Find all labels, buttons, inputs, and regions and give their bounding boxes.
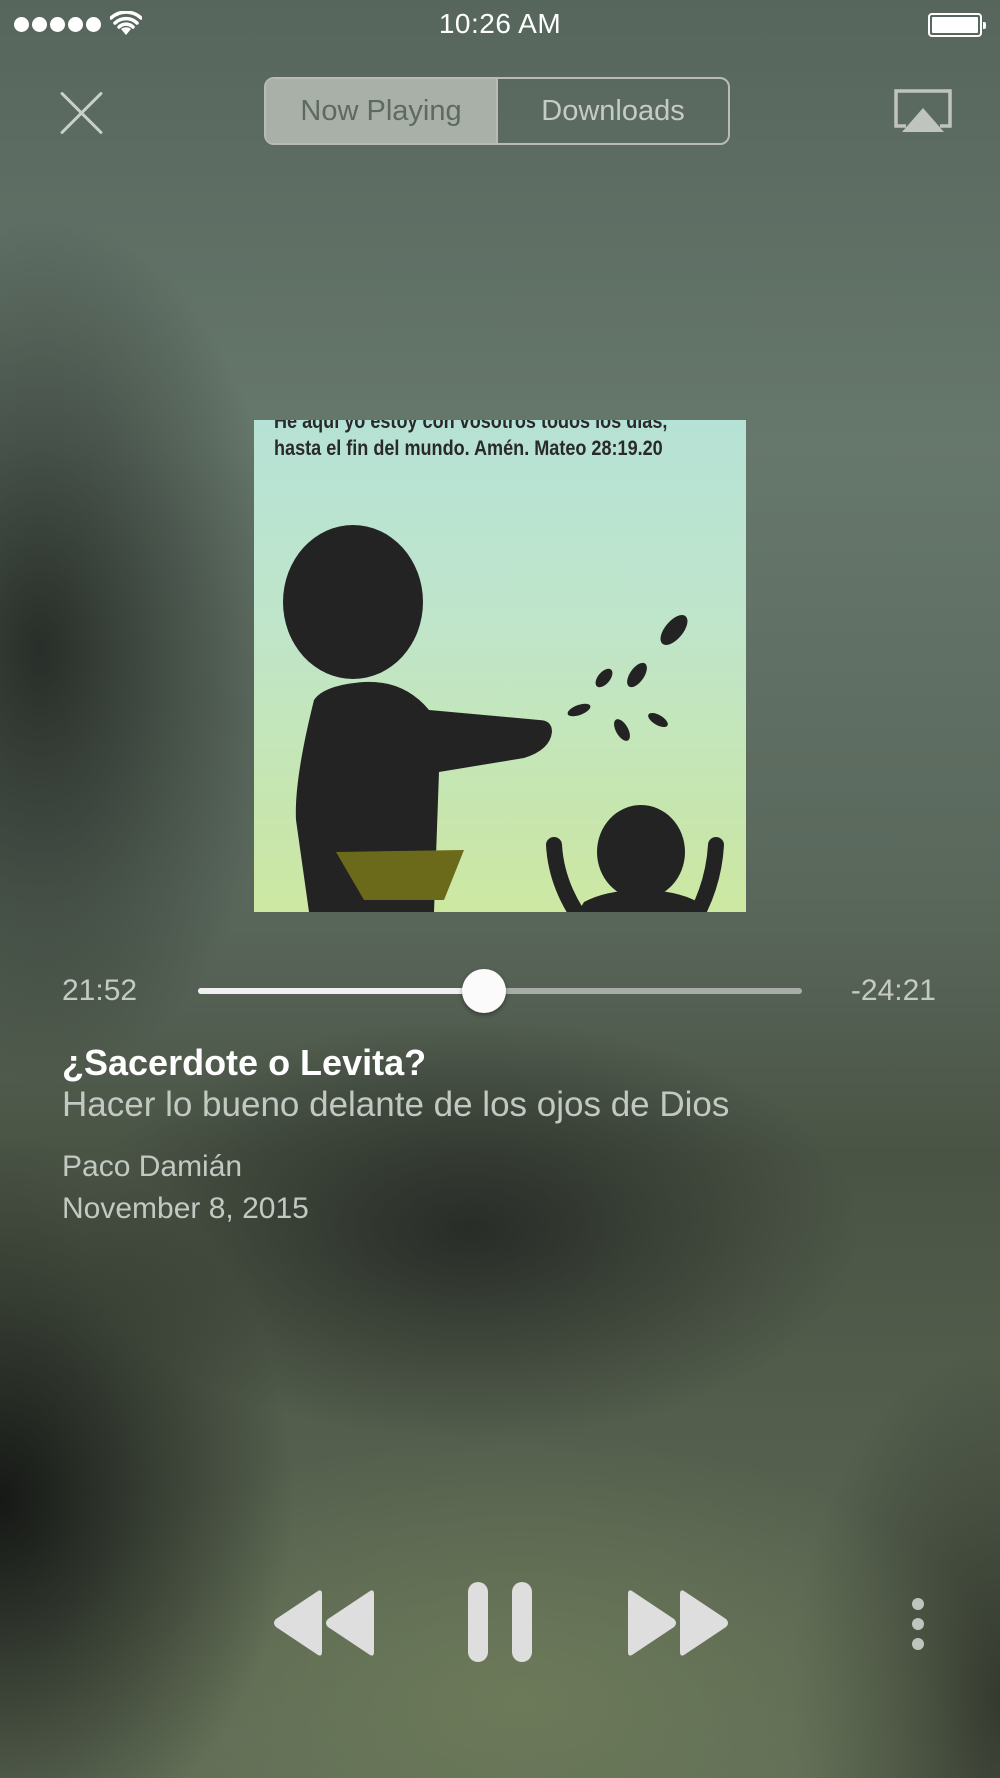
track-subtitle: Hacer lo bueno delante de los ojos de Di… (62, 1085, 730, 1124)
rewind-icon[interactable] (270, 1585, 376, 1661)
tab-downloads[interactable]: Downloads (496, 79, 728, 143)
track-date: November 8, 2015 (62, 1192, 309, 1225)
artwork-caption-line2: hasta el fin del mundo. Amén. Mateo 28:1… (274, 437, 663, 460)
fast-forward-icon[interactable] (626, 1585, 732, 1661)
elapsed-time: 21:52 (62, 974, 138, 1007)
battery-icon (928, 13, 986, 37)
playback-progress-slider[interactable] (198, 969, 802, 1013)
artwork-caption-line1: He aquí yo estoy con vosotros todos los … (274, 420, 668, 433)
more-vertical-icon[interactable] (906, 1596, 930, 1652)
status-time: 10:26 AM (438, 8, 562, 39)
progress-thumb[interactable] (462, 969, 507, 1013)
remaining-time: -24:21 (850, 974, 936, 1007)
track-speaker: Paco Damián (62, 1150, 243, 1183)
tab-now-playing[interactable]: Now Playing (266, 79, 496, 143)
album-artwork: He aquí yo estoy con vosotros todos los … (254, 420, 746, 912)
progress-fill (198, 988, 485, 994)
status-bar: 10:26 AM (0, 0, 1000, 50)
track-title: ¿Sacerdote o Levita? (62, 1042, 427, 1083)
pause-icon[interactable] (464, 1580, 536, 1664)
artwork-illustration (283, 525, 724, 912)
view-segmented-control: Now Playing Downloads (264, 77, 730, 145)
airplay-icon[interactable] (892, 88, 954, 134)
close-icon[interactable] (56, 88, 106, 138)
